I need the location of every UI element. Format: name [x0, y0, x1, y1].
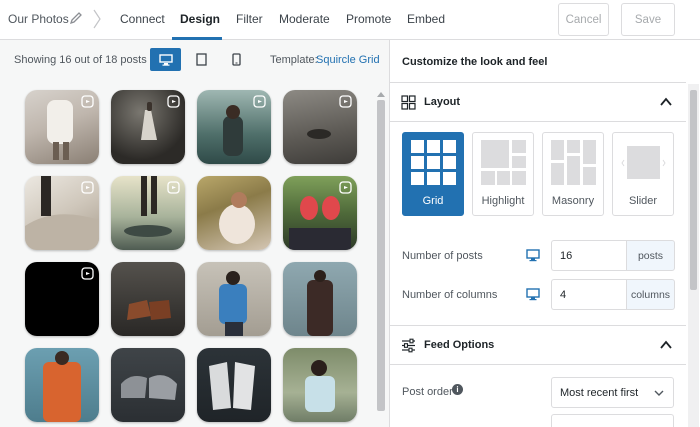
tab-design[interactable]: Design	[180, 12, 220, 26]
desktop-icon	[526, 249, 540, 262]
chevron-up-icon[interactable]	[660, 97, 672, 107]
number-of-posts-input[interactable]: 16	[551, 240, 626, 271]
desktop-icon	[526, 288, 540, 301]
photo-tile[interactable]	[283, 90, 357, 164]
mobile-view-button[interactable]	[221, 48, 252, 71]
photo-tile[interactable]	[25, 176, 99, 250]
layout-option-grid[interactable]: Grid	[402, 132, 464, 216]
scroll-up-arrow-icon[interactable]	[377, 91, 385, 97]
slider-layout-icon	[621, 146, 666, 179]
mobile-icon	[232, 53, 241, 66]
photo-tile[interactable]	[111, 348, 185, 422]
reel-icon	[81, 267, 94, 280]
tab-promote[interactable]: Promote	[346, 12, 391, 26]
layout-option-label: Masonry	[551, 195, 595, 207]
layout-section-header[interactable]: Layout	[390, 82, 686, 122]
feed-options-title: Feed Options	[424, 339, 495, 351]
feed-options-section-header[interactable]: Feed Options	[390, 325, 686, 365]
chevron-right-icon	[93, 9, 101, 29]
number-of-columns-input[interactable]: 4	[551, 279, 626, 310]
photo-tile[interactable]	[283, 176, 357, 250]
photo-tile[interactable]	[197, 90, 271, 164]
customize-panel: Customize the look and feel Layout Grid …	[389, 40, 700, 427]
cancel-button[interactable]: Cancel	[558, 3, 609, 36]
tab-embed[interactable]: Embed	[407, 12, 445, 26]
post-count-text: Showing 16 out of 18 posts	[14, 54, 147, 66]
reel-icon	[81, 95, 94, 108]
preview-panel: Showing 16 out of 18 posts Template: Squ…	[0, 40, 389, 427]
top-bar: Our Photos Connect Design Filter Moderat…	[0, 0, 700, 40]
photo-tile[interactable]	[25, 262, 99, 336]
grid-layout-icon	[411, 140, 456, 185]
number-of-columns-label: Number of columns	[402, 289, 498, 301]
template-label: Template:	[270, 54, 318, 66]
number-of-posts-label: Number of posts	[402, 250, 483, 262]
info-icon[interactable]: i	[452, 384, 463, 395]
reel-icon	[81, 181, 94, 194]
tab-connect[interactable]: Connect	[120, 12, 165, 26]
desktop-icon	[158, 53, 173, 66]
photo-tile[interactable]	[197, 176, 271, 250]
feed-name: Our Photos	[8, 12, 69, 26]
layout-option-highlight[interactable]: Highlight	[472, 132, 534, 216]
customize-heading: Customize the look and feel	[402, 56, 548, 68]
chevron-up-icon[interactable]	[660, 340, 672, 350]
customize-scrollbar-thumb[interactable]	[690, 90, 697, 290]
next-field[interactable]	[551, 414, 674, 427]
reel-icon	[167, 181, 180, 194]
photo-tile[interactable]	[25, 90, 99, 164]
pencil-icon[interactable]	[68, 10, 84, 26]
tablet-view-button[interactable]	[186, 48, 217, 71]
post-order-label: Post order	[402, 386, 453, 398]
layout-option-slider[interactable]: Slider	[612, 132, 674, 216]
desktop-view-button[interactable]	[150, 48, 181, 71]
photo-tile[interactable]	[111, 262, 185, 336]
tablet-icon	[196, 53, 207, 66]
photo-tile[interactable]	[111, 176, 185, 250]
layout-section-title: Layout	[424, 96, 461, 108]
layout-option-label: Highlight	[481, 195, 525, 207]
reel-icon	[339, 95, 352, 108]
photo-tile[interactable]	[25, 348, 99, 422]
post-order-value: Most recent first	[560, 387, 639, 399]
template-link[interactable]: Squircle Grid	[316, 54, 380, 66]
tab-moderate[interactable]: Moderate	[279, 12, 330, 26]
masonry-layout-icon	[551, 140, 596, 185]
reel-icon	[253, 95, 266, 108]
post-order-select[interactable]: Most recent first	[551, 377, 674, 408]
posts-unit-label: posts	[626, 240, 675, 271]
sliders-icon	[402, 338, 415, 353]
highlight-layout-icon	[481, 140, 526, 185]
photo-tile[interactable]	[197, 262, 271, 336]
save-button[interactable]: Save	[621, 3, 675, 36]
layout-option-masonry[interactable]: Masonry	[542, 132, 604, 216]
photo-tile[interactable]	[283, 262, 357, 336]
reel-icon	[339, 181, 352, 194]
layout-option-label: Slider	[628, 195, 658, 207]
columns-unit-label: columns	[626, 279, 675, 310]
photo-tile[interactable]	[111, 90, 185, 164]
photo-tile[interactable]	[197, 348, 271, 422]
photo-tile[interactable]	[283, 348, 357, 422]
layout-grid-icon	[401, 95, 416, 110]
reel-icon	[167, 95, 180, 108]
layout-option-label: Grid	[422, 195, 444, 207]
chevron-down-icon	[654, 390, 664, 396]
tab-filter[interactable]: Filter	[236, 12, 263, 26]
preview-scrollbar-thumb[interactable]	[377, 100, 385, 411]
